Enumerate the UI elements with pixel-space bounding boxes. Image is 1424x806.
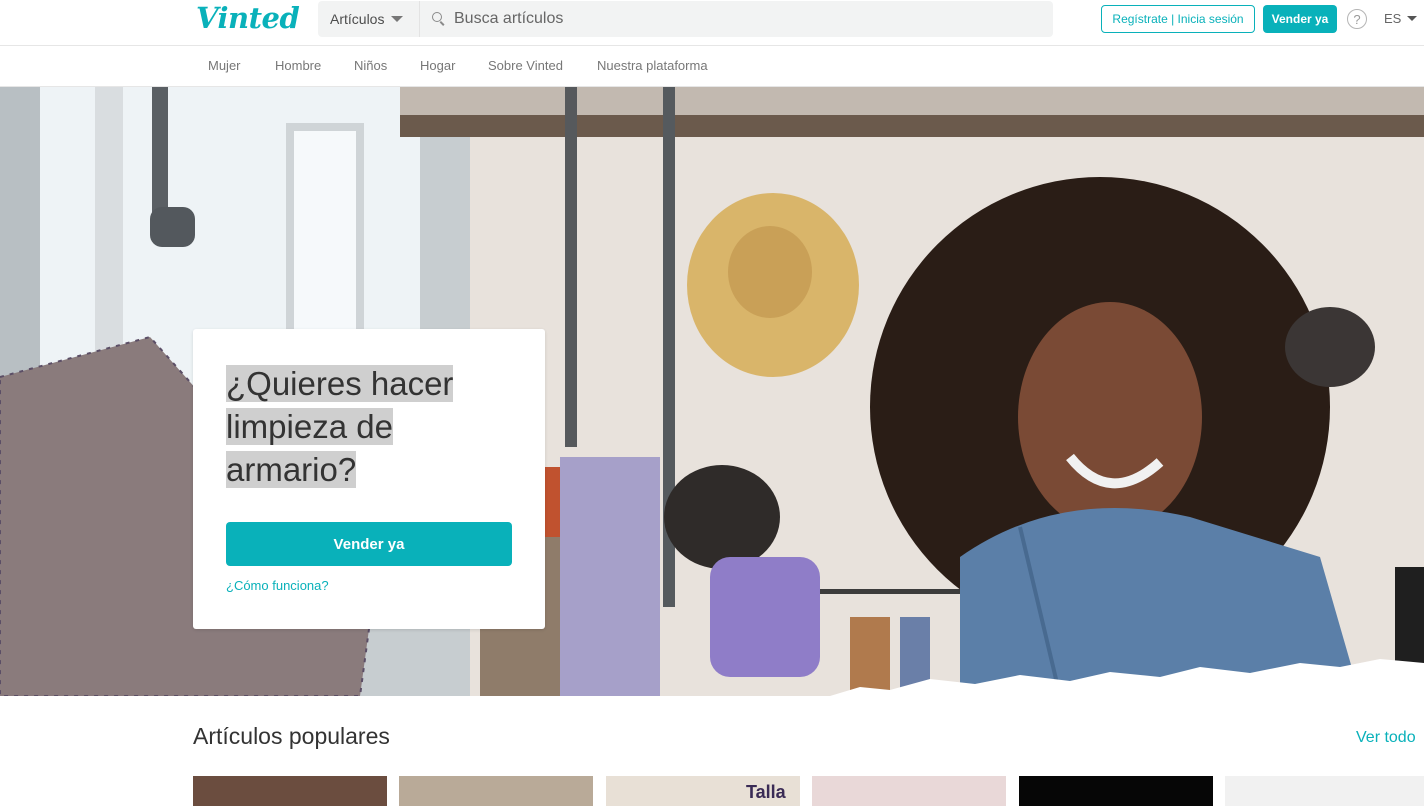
hero-banner: ¿Quieres hacer limpieza de armario? Vend…	[0, 87, 1424, 696]
item-thumbnail[interactable]: Talla X	[606, 776, 800, 806]
hero-sell-button[interactable]: Vender ya	[226, 522, 512, 566]
language-select[interactable]: ES	[1384, 11, 1418, 26]
search-bar: Artículos	[318, 1, 1053, 37]
item-thumbnail[interactable]	[812, 776, 1006, 806]
nav-item-ninos[interactable]: Niños	[354, 58, 387, 73]
category-nav: Mujer Hombre Niños Hogar Sobre Vinted Nu…	[0, 46, 1424, 87]
sell-now-button[interactable]: Vender ya	[1263, 5, 1337, 33]
chevron-down-icon	[391, 16, 404, 22]
nav-item-sobre-vinted[interactable]: Sobre Vinted	[488, 58, 563, 73]
hero-title-line: ¿Quieres hacer	[226, 365, 454, 402]
hero-title: ¿Quieres hacer limpieza de armario?	[226, 362, 526, 491]
nav-item-nuestra-plataforma[interactable]: Nuestra plataforma	[597, 58, 708, 73]
category-select[interactable]: Artículos	[318, 1, 420, 37]
popular-items-title: Artículos populares	[193, 723, 390, 749]
hero-title-line: armario?	[226, 451, 357, 488]
item-thumbnail[interactable]	[1019, 776, 1213, 806]
item-thumbnail[interactable]	[1225, 776, 1424, 806]
nav-item-hombre[interactable]: Hombre	[275, 58, 321, 73]
top-header: Vinted Artículos Regístrate | Inicia ses…	[0, 0, 1424, 46]
item-thumbnail[interactable]	[193, 776, 387, 806]
register-login-button[interactable]: Regístrate | Inicia sesión	[1101, 5, 1255, 33]
nav-item-mujer[interactable]: Mujer	[208, 58, 241, 73]
item-thumbnail[interactable]	[399, 776, 593, 806]
search-input[interactable]	[454, 2, 1034, 36]
see-all-link[interactable]: Ver todo	[1356, 729, 1416, 747]
chevron-down-icon	[1407, 16, 1418, 21]
nav-item-hogar[interactable]: Hogar	[420, 58, 455, 73]
language-label: ES	[1384, 11, 1402, 26]
item-thumbnail-text: Talla X	[746, 782, 786, 806]
help-icon[interactable]: ?	[1347, 9, 1367, 29]
hero-card: ¿Quieres hacer limpieza de armario? Vend…	[193, 329, 545, 629]
how-it-works-link[interactable]: ¿Cómo funciona?	[226, 578, 329, 593]
search-icon	[432, 12, 446, 26]
vinted-logo[interactable]: Vinted	[196, 1, 300, 35]
category-select-label: Artículos	[330, 11, 385, 27]
hero-title-line: limpieza de	[226, 408, 393, 445]
